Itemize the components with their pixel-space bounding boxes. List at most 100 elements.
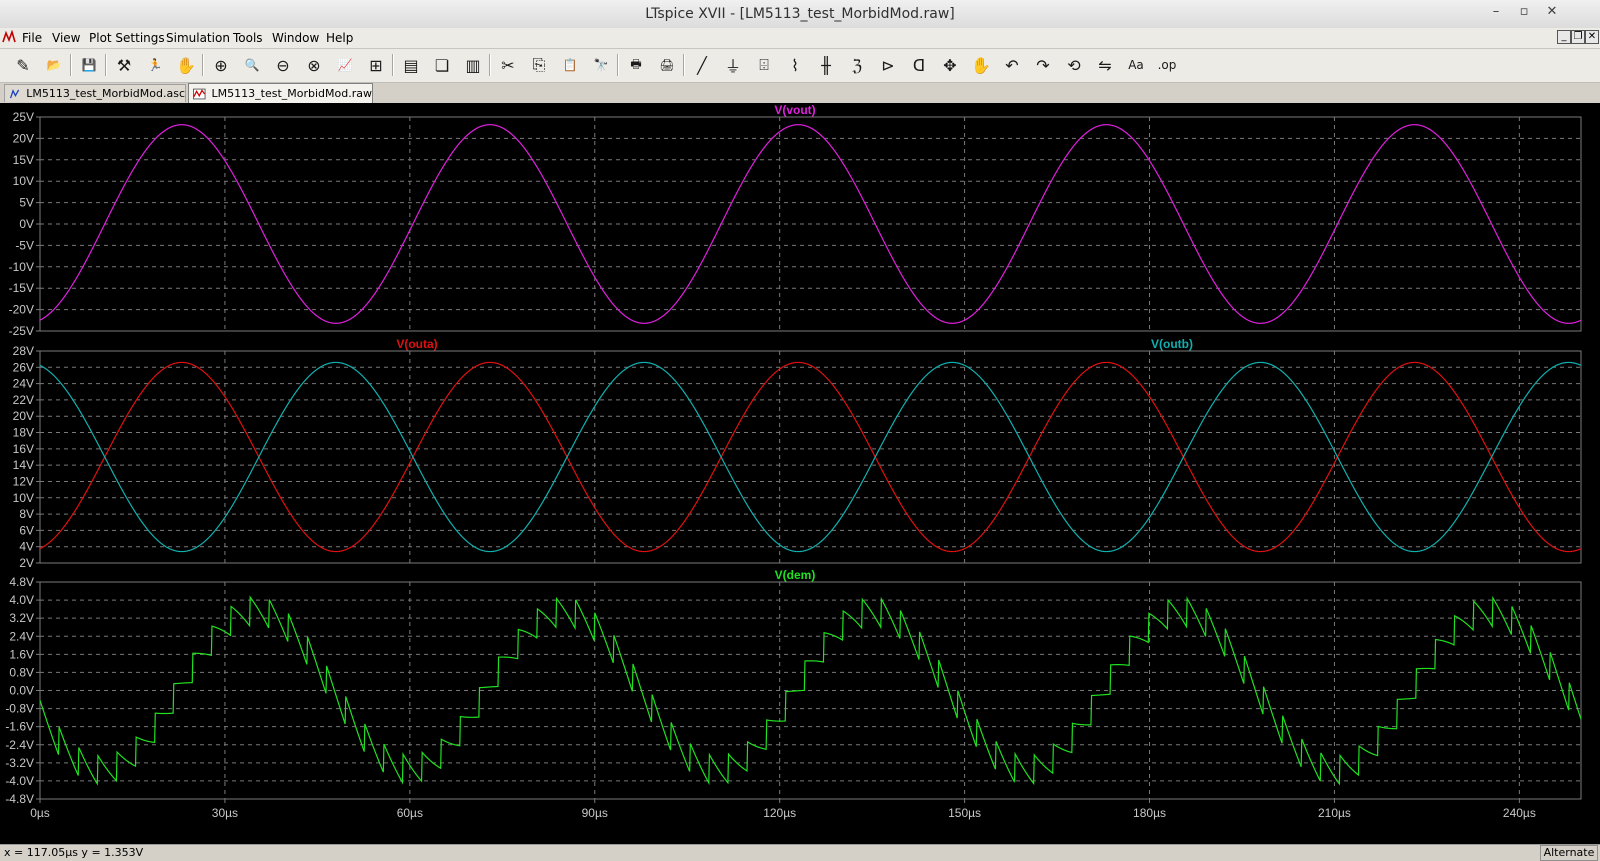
toolbar-separator — [617, 54, 619, 76]
y-tick-label: 20V — [13, 409, 34, 423]
menu-view[interactable]: View — [52, 31, 80, 45]
halt-icon[interactable]: ✋ — [173, 53, 199, 77]
menu-bar: File View Plot Settings Simulation Tools… — [0, 28, 1600, 49]
draw-wire-icon[interactable]: ╱ — [689, 53, 715, 77]
new-schematic-icon[interactable]: ✎ — [10, 53, 36, 77]
y-tick-label: -25V — [9, 324, 34, 338]
y-tick-label: -1.6V — [5, 720, 34, 734]
cut-icon[interactable]: ✂ — [495, 53, 521, 77]
waveform-viewer[interactable]: 25V 20V 15V 10V 5V 0V -5V -10V -15V -20V -25V V(vou… — [0, 103, 1600, 844]
status-bar: x = 117.05µs y = 1.353V Alternate — [0, 844, 1600, 861]
zoom-pan-icon[interactable]: 🔍 — [239, 53, 265, 77]
tab-schematic[interactable]: LM5113_test_MorbidMod.asc — [4, 84, 186, 102]
zoom-out-icon[interactable]: ⊖ — [270, 53, 296, 77]
minimize-button[interactable]: – — [1487, 4, 1505, 19]
mirror-icon[interactable]: ⇋ — [1092, 53, 1118, 77]
x-tick-label: 210µs — [1318, 806, 1351, 820]
tab-waveform-label: LM5113_test_MorbidMod.raw — [211, 87, 372, 100]
waveform-plot-canvas[interactable]: 25V 20V 15V 10V 5V 0V -5V -10V -15V -20V -25V V(vou… — [0, 103, 1600, 844]
toolbar-separator — [683, 54, 685, 76]
mdi-restore-button[interactable]: ❐ — [1571, 30, 1585, 44]
text-icon[interactable]: Aa — [1123, 53, 1149, 77]
save-icon[interactable]: 💾 — [76, 53, 102, 77]
component-icon[interactable]: ᗡ — [906, 53, 932, 77]
waveform-icon — [193, 88, 206, 99]
tab-waveform[interactable]: LM5113_test_MorbidMod.raw — [188, 83, 373, 103]
y-tick-label: -3.2V — [5, 756, 34, 770]
y-tick-label: 18V — [13, 426, 34, 440]
y-tick-label: -2.4V — [5, 738, 34, 752]
autorange-icon[interactable]: 📈 — [332, 53, 358, 77]
y-tick-label: 0V — [19, 217, 34, 231]
x-tick-label: 120µs — [763, 806, 796, 820]
tile-horizontal-icon[interactable]: ▤ — [398, 53, 424, 77]
toolbar: ✎ 📂 💾 ⚒ 🏃 ✋ ⊕ 🔍 ⊖ ⊗ 📈 ⊞ ▤ ❏ ▥ ✂ ⎘ 📋 🔭 🖶 🖨 ╱ ⏚ ⌹ ⌇ ╫ ℨ ⊳ ᗡ ✥ ✋ ↶ ↷ ⟲ ⇋ Aa .op — [0, 49, 1600, 83]
paste-icon[interactable]: 📋 — [557, 53, 583, 77]
x-tick-label: 240µs — [1503, 806, 1536, 820]
y-tick-label: 14V — [13, 458, 34, 472]
y-tick-label: 10V — [13, 174, 34, 188]
trace-label-vvout: V(vout) — [774, 103, 815, 117]
zoom-cancel-icon[interactable]: ⊗ — [301, 53, 327, 77]
trace-label-vdem: V(dem) — [775, 568, 816, 582]
resistor-icon[interactable]: ⌇ — [782, 53, 808, 77]
y-tick-label: -20V — [9, 303, 34, 317]
undo-icon[interactable]: ↶ — [999, 53, 1025, 77]
spice-directive-icon[interactable]: .op — [1154, 53, 1180, 77]
ltspice-app-icon[interactable] — [2, 30, 16, 44]
print-icon[interactable]: 🖶 — [623, 53, 649, 77]
y-tick-label: 5V — [19, 196, 34, 210]
control-panel-icon[interactable]: ⚒ — [111, 53, 137, 77]
y-tick-label: 12V — [13, 474, 34, 488]
menu-simulation[interactable]: Simulation — [166, 31, 230, 45]
restore-button[interactable]: ▫ — [1515, 4, 1533, 19]
menu-file[interactable]: File — [22, 31, 42, 45]
y-tick-label: 6V — [19, 523, 34, 537]
mode-indicator: Alternate — [1540, 845, 1598, 861]
open-icon[interactable]: 📂 — [41, 53, 67, 77]
capacitor-icon[interactable]: ╫ — [813, 53, 839, 77]
cascade-icon[interactable]: ❏ — [429, 53, 455, 77]
trace-label-voutb: V(outb) — [1151, 337, 1193, 351]
menu-window[interactable]: Window — [272, 31, 319, 45]
zoom-in-icon[interactable]: ⊕ — [208, 53, 234, 77]
y-tick-label: -0.8V — [5, 702, 34, 716]
label-net-icon[interactable]: ⌹ — [751, 53, 777, 77]
toolbar-separator — [105, 54, 107, 76]
y-tick-label: 24V — [13, 377, 34, 391]
y-tick-label: 15V — [13, 153, 34, 167]
y-tick-label: 25V — [13, 110, 34, 124]
ground-icon[interactable]: ⏚ — [720, 53, 746, 77]
find-icon[interactable]: 🔭 — [588, 53, 614, 77]
y-tick-label: 16V — [13, 442, 34, 456]
y-tick-label: 28V — [13, 344, 34, 358]
redo-icon[interactable]: ↷ — [1030, 53, 1056, 77]
fit-icon[interactable]: ⊞ — [363, 53, 389, 77]
y-tick-label: -5V — [15, 238, 34, 252]
rotate-icon[interactable]: ⟲ — [1061, 53, 1087, 77]
toolbar-separator — [489, 54, 491, 76]
menu-plot-settings[interactable]: Plot Settings — [89, 31, 165, 45]
x-tick-label: 30µs — [212, 806, 238, 820]
toolbar-separator — [70, 54, 72, 76]
y-tick-label: 22V — [13, 393, 34, 407]
drag-icon[interactable]: ✋ — [968, 53, 994, 77]
menu-help[interactable]: Help — [326, 31, 353, 45]
x-tick-label: 90µs — [582, 806, 608, 820]
schematic-icon — [9, 88, 20, 98]
mdi-minimize-button[interactable]: _ — [1557, 30, 1571, 44]
inductor-icon[interactable]: ℨ — [844, 53, 870, 77]
diode-icon[interactable]: ⊳ — [875, 53, 901, 77]
print-preview-icon[interactable]: 🖨 — [654, 53, 680, 77]
window-title: LTspice XVII - [LM5113_test_MorbidMod.ra… — [645, 6, 955, 22]
toolbar-separator — [392, 54, 394, 76]
close-button[interactable]: ✕ — [1543, 4, 1561, 19]
copy-icon[interactable]: ⎘ — [526, 53, 552, 77]
y-tick-label: -10V — [9, 260, 34, 274]
tab-schematic-label: LM5113_test_MorbidMod.asc — [26, 87, 185, 100]
mdi-close-button[interactable]: ✕ — [1585, 30, 1599, 44]
menu-tools[interactable]: Tools — [233, 31, 263, 45]
move-icon[interactable]: ✥ — [937, 53, 963, 77]
tile-vertical-icon[interactable]: ▥ — [460, 53, 486, 77]
run-icon[interactable]: 🏃 — [142, 53, 168, 77]
